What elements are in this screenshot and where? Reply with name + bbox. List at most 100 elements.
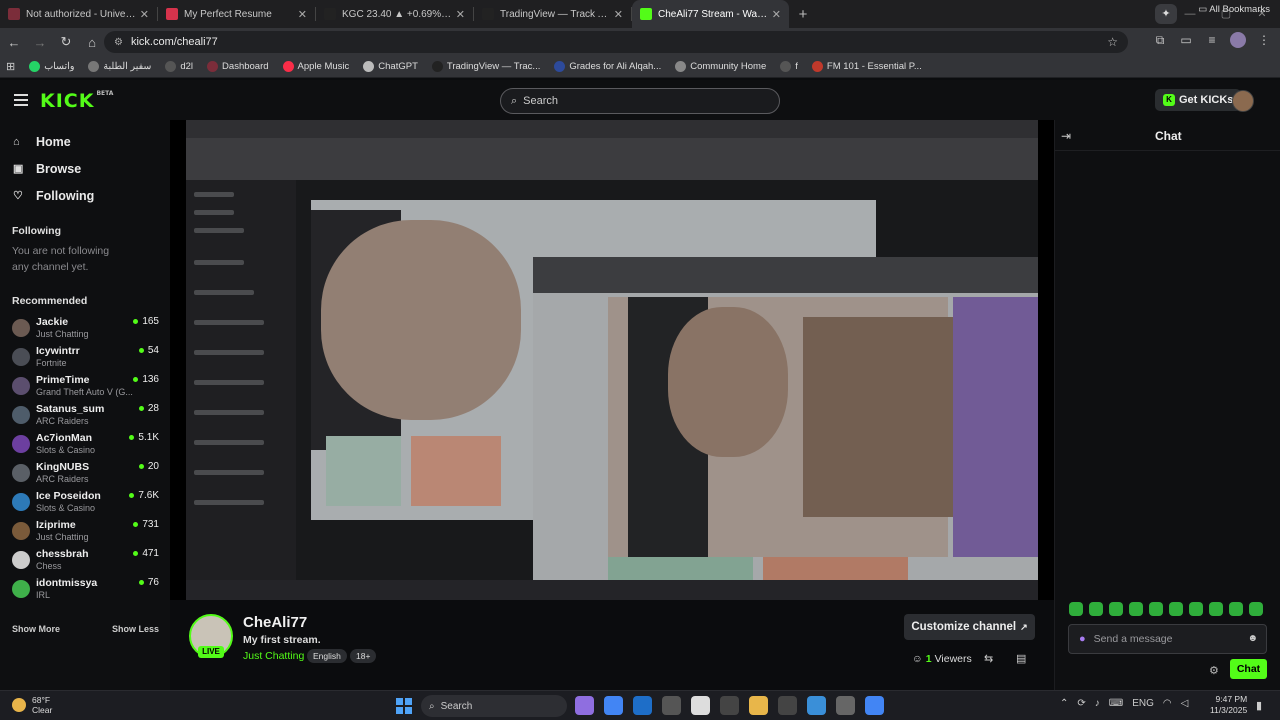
taskbar-search[interactable]: ⌕ Search xyxy=(421,695,567,717)
recommended-channel[interactable]: PrimeTime Grand Theft Auto V (G... 136 xyxy=(0,371,170,400)
search-input[interactable]: ⌕ Search xyxy=(500,88,780,114)
customize-channel-button[interactable]: Customize channel ↗ xyxy=(904,614,1035,640)
emote-icon[interactable] xyxy=(1149,602,1163,616)
recommended-channel[interactable]: idontmissya IRL 76 xyxy=(0,574,170,603)
mic-tray-icon[interactable]: ♪ xyxy=(1095,698,1100,709)
new-tab-icon[interactable]: + xyxy=(789,0,817,28)
emote-icon[interactable] xyxy=(1129,602,1143,616)
recommended-channel[interactable]: Icywintrr Fortnite 54 xyxy=(0,342,170,371)
menu-hamburger-icon[interactable] xyxy=(14,94,28,109)
bookmark-item[interactable]: ChatGPT xyxy=(363,61,418,72)
reload-icon[interactable]: ↻ xyxy=(54,34,78,50)
address-bar[interactable]: ⚙ kick.com/cheali77 ☆ xyxy=(104,31,1128,53)
profile-avatar[interactable] xyxy=(1230,32,1246,48)
start-windows-icon[interactable] xyxy=(396,698,412,714)
recommended-channel[interactable]: Jackie Just Chatting 165 xyxy=(0,313,170,342)
emote-icon[interactable] xyxy=(1109,602,1123,616)
browser-tab[interactable]: TradingView — Track All Marke ✕ xyxy=(474,0,631,28)
emote-icon[interactable] xyxy=(1069,602,1083,616)
bookmark-item[interactable]: Grades for Ali Alqah... xyxy=(554,61,661,72)
file-icon[interactable] xyxy=(691,696,710,715)
browser-tab[interactable]: KGC 23.40 ▲ +0.69% Unnamed ✕ xyxy=(316,0,473,28)
all-bookmarks[interactable]: ▭ All Bookmarks xyxy=(1198,4,1270,15)
menu-icon[interactable]: ⋮ xyxy=(1256,33,1272,47)
extensions-icon[interactable]: ⧉ xyxy=(1152,33,1168,48)
tab-close-icon[interactable]: ✕ xyxy=(298,8,307,21)
bookmark-item[interactable]: Dashboard xyxy=(207,61,269,72)
chevron-up-icon[interactable]: ⌃ xyxy=(1060,698,1068,709)
bookmark-item[interactable]: سفير الطلبة xyxy=(88,61,151,72)
sidebar-item-following[interactable]: ♡ Following xyxy=(0,182,170,209)
recommended-channel[interactable]: Ac7ionMan Slots & Casino 5.1K xyxy=(0,429,170,458)
home-icon[interactable]: ⌂ xyxy=(80,35,104,50)
emote-icon[interactable] xyxy=(1169,602,1183,616)
back-icon[interactable]: ← xyxy=(2,35,26,50)
show-more-button[interactable]: Show More xyxy=(12,624,60,634)
app-icon[interactable] xyxy=(720,696,739,715)
language-indicator[interactable]: ENG xyxy=(1132,698,1154,709)
recommended-channel[interactable]: Ice Poseidon Slots & Casino 7.6K xyxy=(0,487,170,516)
channel-name[interactable]: CheAli77 xyxy=(243,614,307,631)
store-icon[interactable] xyxy=(662,696,681,715)
tag-english[interactable]: English xyxy=(307,649,347,663)
notification-bell-icon[interactable]: ▮ xyxy=(1256,699,1262,712)
emote-icon[interactable] xyxy=(1229,602,1243,616)
tab-close-icon[interactable]: ✕ xyxy=(772,8,781,21)
kick-logo[interactable]: KICK BETA xyxy=(40,90,113,112)
get-kicks-button[interactable]: K Get KICKs xyxy=(1155,89,1242,111)
bookmark-item[interactable]: FM 101 - Essential P... xyxy=(811,61,922,72)
settings-icon[interactable] xyxy=(836,696,855,715)
cast-icon[interactable]: ▭ xyxy=(1178,33,1194,47)
emoji-picker-icon[interactable]: ☻ xyxy=(1247,633,1258,644)
tab-search-icon[interactable]: ≡ xyxy=(1204,33,1220,47)
clock[interactable]: 9:47 PM 11/3/2025 xyxy=(1210,694,1247,716)
copilot-icon[interactable] xyxy=(575,696,594,715)
wifi-icon[interactable]: ◠ xyxy=(1163,698,1172,709)
microphone-icon[interactable]: ● xyxy=(1079,633,1086,645)
bookmark-item[interactable]: d2l xyxy=(165,61,193,72)
emote-icon[interactable] xyxy=(1249,602,1263,616)
volume-icon[interactable]: ◁ xyxy=(1181,698,1189,709)
app-icon[interactable] xyxy=(807,696,826,715)
tab-close-icon[interactable]: ✕ xyxy=(614,8,623,21)
show-less-button[interactable]: Show Less xyxy=(112,624,159,634)
forward-icon[interactable]: → xyxy=(28,35,52,50)
tab-close-icon[interactable]: ✕ xyxy=(140,8,149,21)
file-explorer-icon[interactable] xyxy=(749,696,768,715)
tag-18plus[interactable]: 18+ xyxy=(350,649,377,663)
app-icon[interactable] xyxy=(778,696,797,715)
emote-icon[interactable] xyxy=(1189,602,1203,616)
chat-message-input[interactable]: ● Send a message ☻ xyxy=(1068,624,1267,654)
bookmark-item[interactable]: f xyxy=(780,61,798,72)
bookmark-item[interactable]: Community Home xyxy=(675,61,766,72)
more-options-icon[interactable]: ▤ xyxy=(1016,652,1026,665)
weather-widget[interactable]: 68°F Clear xyxy=(12,695,52,715)
emote-icon[interactable] xyxy=(1209,602,1223,616)
user-avatar[interactable] xyxy=(1232,90,1254,112)
keyboard-icon[interactable]: ⌨ xyxy=(1109,698,1123,709)
apps-icon[interactable]: ⊞ xyxy=(6,60,15,73)
chat-settings-icon[interactable]: ⚙ xyxy=(1209,664,1219,677)
outlook-icon[interactable] xyxy=(633,696,652,715)
send-chat-button[interactable]: Chat xyxy=(1230,659,1267,679)
sidebar-item-browse[interactable]: ▣ Browse xyxy=(0,155,170,182)
browser-tab[interactable]: My Perfect Resume ✕ xyxy=(158,0,315,28)
chrome-active-icon[interactable] xyxy=(865,696,884,715)
browser-tab[interactable]: CheAli77 Stream - Watch Live o ✕ xyxy=(632,0,789,28)
emote-icon[interactable] xyxy=(1089,602,1103,616)
bookmark-item[interactable]: TradingView — Trac... xyxy=(431,61,540,72)
tab-close-icon[interactable]: ✕ xyxy=(456,8,465,21)
recommended-channel[interactable]: chessbrah Chess 471 xyxy=(0,545,170,574)
recommended-channel[interactable]: Satanus_sum ARC Raiders 28 xyxy=(0,400,170,429)
video-player[interactable] xyxy=(170,120,1054,600)
recommended-channel[interactable]: KingNUBS ARC Raiders 20 xyxy=(0,458,170,487)
recommended-channel[interactable]: Iziprime Just Chatting 731 xyxy=(0,516,170,545)
share-icon[interactable]: ⇆ xyxy=(984,652,993,665)
collapse-chat-icon[interactable]: ⇥ xyxy=(1061,129,1071,143)
browser-tab[interactable]: Not authorized - University of A ✕ xyxy=(0,0,157,28)
bookmark-item[interactable]: Apple Music xyxy=(282,61,349,72)
site-info-icon[interactable]: ⚙ xyxy=(114,37,123,48)
stream-video[interactable] xyxy=(186,120,1038,600)
stream-category[interactable]: Just Chatting xyxy=(243,650,304,662)
bookmark-item[interactable]: واتساب xyxy=(29,61,74,72)
